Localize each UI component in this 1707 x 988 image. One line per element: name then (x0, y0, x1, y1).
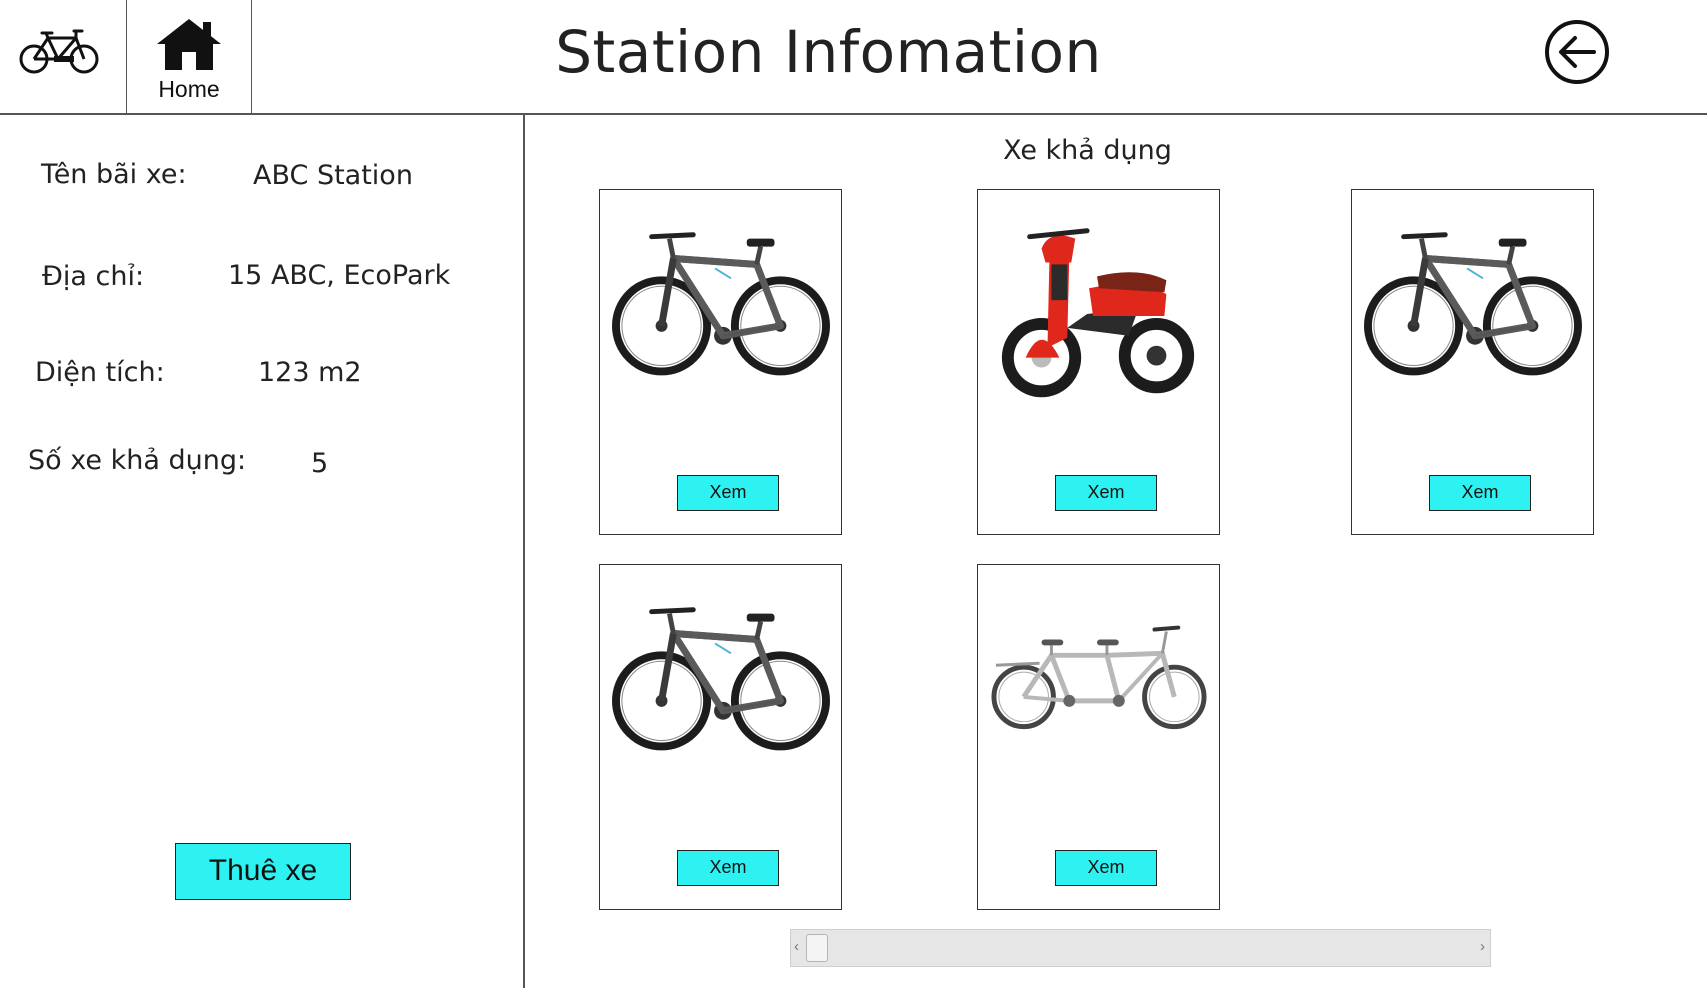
scroll-left-arrow[interactable]: ‹ (794, 938, 799, 955)
page-title: Station Infomation (555, 18, 1102, 86)
area-value: 123 m2 (258, 357, 362, 388)
vehicle-card[interactable]: Xem (599, 189, 842, 535)
vehicle-card[interactable]: Xem (1351, 189, 1594, 535)
scroll-right-arrow[interactable]: › (1480, 938, 1485, 955)
app-header: Home Station Infomation (0, 0, 1707, 115)
tandem-bike-image (990, 593, 1208, 783)
electric-scooter-image (990, 218, 1208, 408)
view-vehicle-button[interactable]: Xem (677, 475, 779, 511)
rent-bike-button[interactable]: Thuê xe (175, 843, 351, 900)
mountain-bike-image (612, 218, 830, 408)
station-name-label: Tên bãi xe: (41, 159, 187, 190)
area-label: Diện tích: (35, 357, 165, 388)
vehicle-card[interactable]: Xem (977, 564, 1220, 910)
available-vehicles-title: Xe khả dụng (1003, 135, 1172, 166)
arrow-left-circle-icon (1545, 20, 1609, 84)
back-button[interactable] (1544, 19, 1610, 85)
view-vehicle-button[interactable]: Xem (677, 850, 779, 886)
view-vehicle-button[interactable]: Xem (1429, 475, 1531, 511)
address-value: 15 ABC, EcoPark (228, 260, 451, 291)
view-vehicle-button[interactable]: Xem (1055, 475, 1157, 511)
address-label: Địa chỉ: (42, 261, 145, 292)
available-count-label: Số xe khả dụng: (28, 445, 247, 476)
mountain-bike-image (1364, 218, 1582, 408)
view-vehicle-button[interactable]: Xem (1055, 850, 1157, 886)
station-info-panel: Tên bãi xe: ABC Station Địa chỉ: 15 ABC,… (0, 115, 525, 988)
vehicle-card[interactable]: Xem (977, 189, 1220, 535)
available-count-value: 5 (311, 448, 329, 479)
mountain-bike-image (612, 593, 830, 783)
vehicle-card[interactable]: Xem (599, 564, 842, 910)
station-name-value: ABC Station (253, 160, 413, 191)
scrollbar-thumb[interactable] (806, 934, 828, 962)
vehicles-horizontal-scrollbar[interactable]: ‹ › (790, 929, 1491, 967)
